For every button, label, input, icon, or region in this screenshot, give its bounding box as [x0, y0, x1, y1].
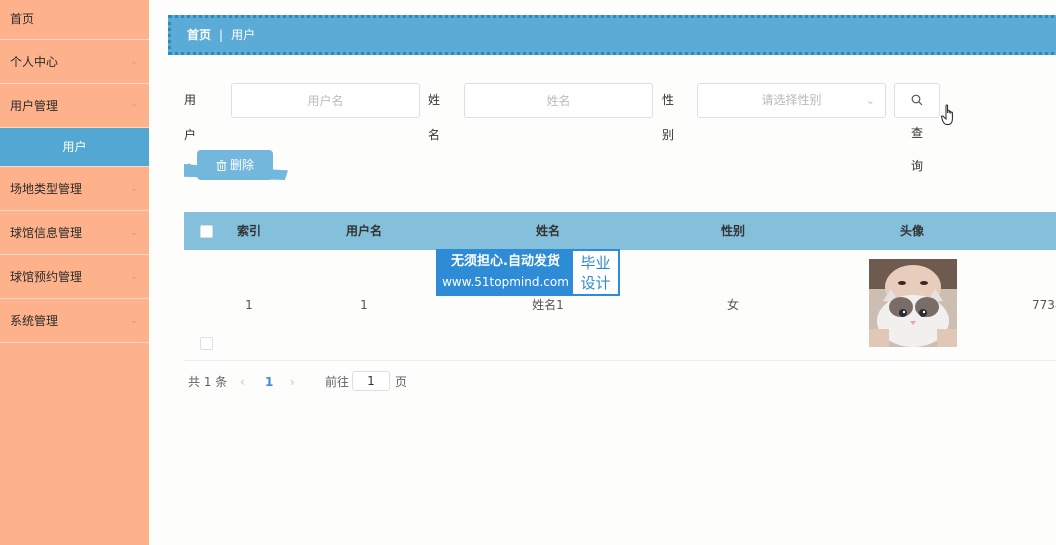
watermark-logo: 无须担心.自动发货 www.51topmind.com 毕业 设计 [436, 249, 620, 296]
sidebar-item-gym-booking-management[interactable]: 球馆预约管理 ⌄ [0, 255, 149, 299]
delete-button-label: 删除 [229, 158, 254, 172]
sidebar-item-label: 球馆信息管理 [10, 226, 83, 240]
search-icon [911, 94, 923, 106]
username-input[interactable] [232, 84, 419, 117]
breadcrumb-home[interactable]: 首页 [187, 28, 211, 42]
select-all-checkbox[interactable] [200, 225, 213, 238]
sidebar-item-home[interactable]: 首页 [0, 0, 149, 40]
column-header-gender: 性别 [720, 224, 745, 238]
cell-username: 1 [360, 298, 368, 312]
name-field[interactable] [464, 83, 653, 118]
sidebar-item-label: 用户管理 [10, 99, 59, 113]
watermark-badge: 毕业 设计 [573, 251, 618, 294]
sidebar-subitem-user[interactable]: 用户 [0, 128, 149, 167]
column-header-username: 用户名 [345, 224, 382, 238]
chevron-down-icon: ⌄ [129, 227, 138, 238]
pagination-total: 共 1 条 [188, 375, 228, 389]
query-button-label: 查询 [911, 126, 924, 173]
sidebar-item-system-management[interactable]: 系统管理 ⌄ [0, 299, 149, 343]
table-header: 索引 用户名 姓名 性别 头像 [184, 212, 1056, 250]
watermark-slogan: 无须担心.自动发货 [451, 254, 560, 269]
chevron-up-icon: ⌄ [129, 101, 138, 112]
query-button[interactable]: 查询 [894, 83, 940, 173]
trash-icon [216, 160, 227, 171]
gender-select-placeholder: 请选择性别 [761, 93, 822, 107]
chevron-right-icon[interactable]: › [290, 371, 295, 393]
watermark-badge-line2: 设计 [580, 274, 611, 292]
watermark-main: 无须担心.自动发货 www.51topmind.com [438, 251, 573, 294]
chevron-down-icon: ⌄ [865, 94, 875, 107]
gender-select[interactable]: 请选择性别 ⌄ [697, 83, 886, 118]
table-row[interactable]: 1 1 姓名1 女 773 [184, 250, 1056, 361]
watermark-badge-line1: 毕业 [580, 254, 611, 272]
sidebar-item-label: 用户 [62, 140, 87, 154]
row-checkbox[interactable] [200, 337, 213, 350]
sidebar-item-user-management[interactable]: 用户管理 ⌄ [0, 84, 149, 128]
column-header-index: 索引 [236, 224, 261, 238]
delete-button[interactable]: 删除 [197, 150, 273, 180]
sidebar-item-gym-info-management[interactable]: 球馆信息管理 ⌄ [0, 211, 149, 255]
username-field[interactable] [231, 83, 420, 118]
pagination-current-page[interactable]: 1 [265, 371, 273, 393]
name-label: 姓名 [428, 93, 441, 142]
chevron-down-icon: ⌄ [129, 271, 138, 282]
cell-index: 1 [245, 298, 253, 312]
chevron-down-icon: ⌄ [129, 183, 138, 194]
column-header-name: 姓名 [535, 224, 560, 238]
sidebar-item-label: 系统管理 [10, 314, 59, 328]
name-input[interactable] [465, 84, 652, 117]
chevron-down-icon: ⌄ [129, 315, 138, 326]
cell-extra: 7738 [1032, 298, 1056, 312]
sidebar: 首页 个人中心 ⌄ 用户管理 ⌄ 用户 场地类型管理 ⌄ 球馆信息管理 ⌄ 球馆… [0, 0, 149, 545]
hand-cursor-icon [941, 104, 953, 125]
sidebar-item-venue-type-management[interactable]: 场地类型管理 ⌄ [0, 167, 149, 211]
column-header-avatar: 头像 [899, 224, 924, 238]
cell-gender: 女 [726, 298, 739, 312]
sidebar-item-label: 球馆预约管理 [10, 270, 83, 284]
avatar [869, 259, 957, 347]
delete-button-wrapper: 删除 [184, 150, 288, 184]
sidebar-item-label: 个人中心 [10, 55, 59, 69]
sidebar-item-label: 场地类型管理 [10, 182, 83, 196]
pagination-goto-input[interactable]: 1 [352, 371, 390, 391]
chevron-down-icon: ⌄ [129, 56, 138, 67]
gender-label: 性别 [662, 93, 675, 142]
user-table: 索引 用户名 姓名 性别 头像 1 1 姓名1 女 773 [184, 212, 1056, 361]
watermark-url: www.51topmind.com [442, 275, 569, 289]
pagination-page-suffix: 页 [395, 375, 408, 389]
sidebar-item-label: 首页 [10, 12, 35, 26]
sidebar-item-personal-center[interactable]: 个人中心 ⌄ [0, 40, 149, 84]
breadcrumb-separator: | [219, 28, 224, 42]
pagination-goto-label: 前往 [325, 375, 350, 389]
avatar-image [869, 259, 957, 347]
breadcrumb: 首页 | 用户 [168, 15, 1056, 55]
chevron-left-icon[interactable]: ‹ [240, 371, 245, 393]
breadcrumb-current: 用户 [231, 28, 256, 42]
